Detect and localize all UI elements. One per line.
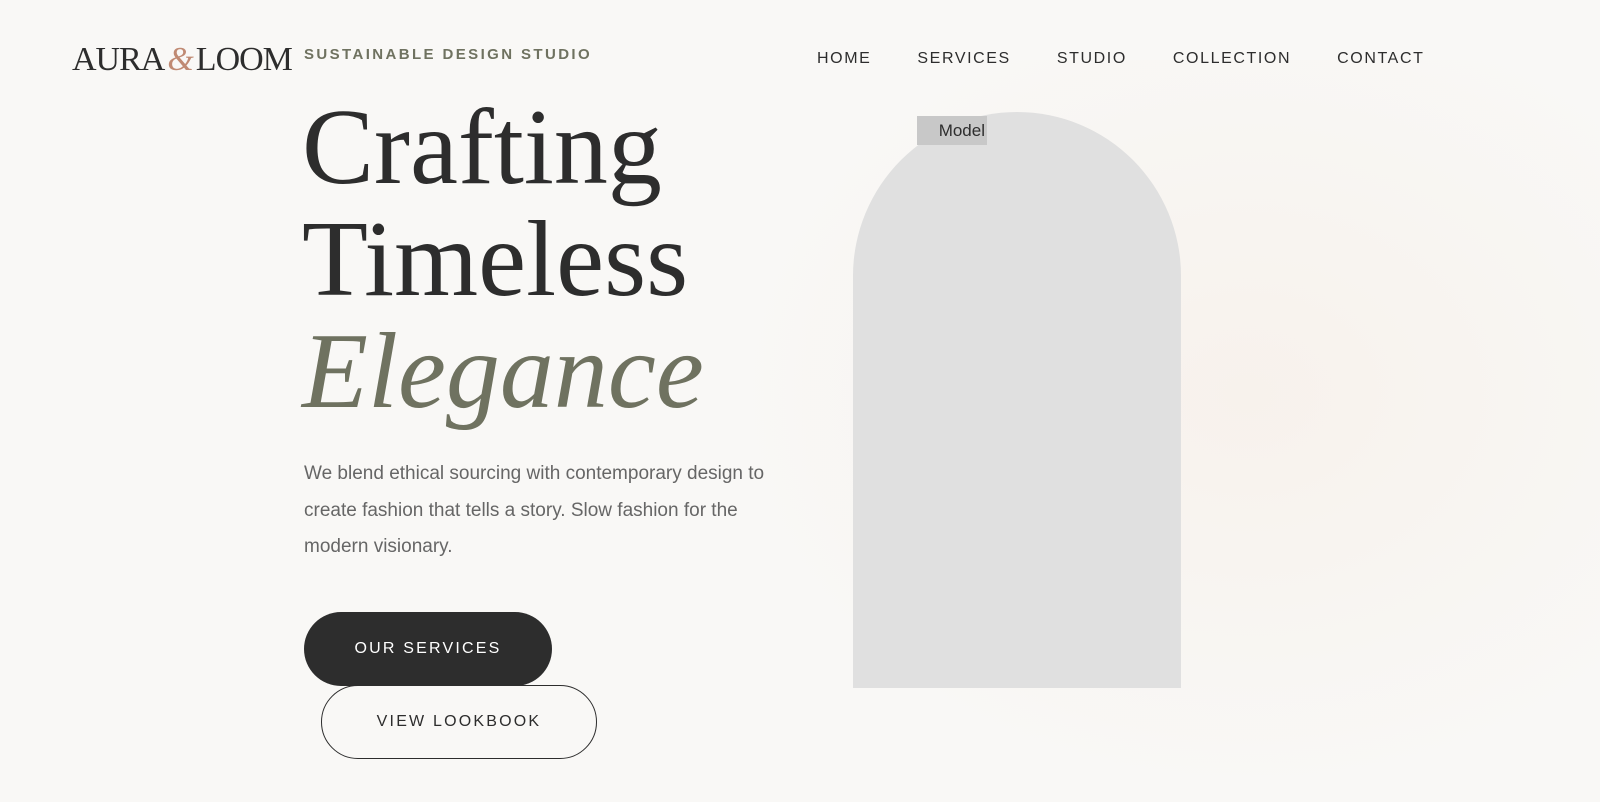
main-nav: HOME SERVICES STUDIO COLLECTION CONTACT (817, 50, 1470, 68)
tagline: SUSTAINABLE DESIGN STUDIO (304, 46, 593, 63)
nav-studio[interactable]: STUDIO (1057, 50, 1127, 68)
hero-headline: Crafting Timeless Elegance (302, 92, 704, 428)
logo[interactable]: AURA&LOOM (72, 40, 293, 80)
nav-home[interactable]: HOME (817, 50, 871, 68)
image-alt-text: Model (917, 116, 987, 145)
headline-line-1: Crafting (302, 88, 662, 207)
headline-line-3: Elegance (302, 312, 704, 431)
nav-services[interactable]: SERVICES (917, 50, 1010, 68)
logo-word-loom: LOOM (195, 41, 293, 78)
nav-collection[interactable]: COLLECTION (1173, 50, 1291, 68)
hero-image: Model (853, 112, 1181, 688)
logo-ampersand: & (167, 41, 193, 78)
logo-word-aura: AURA (72, 41, 165, 78)
view-lookbook-button[interactable]: VIEW LOOKBOOK (321, 685, 597, 759)
our-services-button[interactable]: OUR SERVICES (304, 612, 552, 686)
nav-contact[interactable]: CONTACT (1337, 50, 1424, 68)
hero-description: We blend ethical sourcing with contempor… (304, 463, 765, 557)
headline-line-2: Timeless (302, 200, 689, 319)
